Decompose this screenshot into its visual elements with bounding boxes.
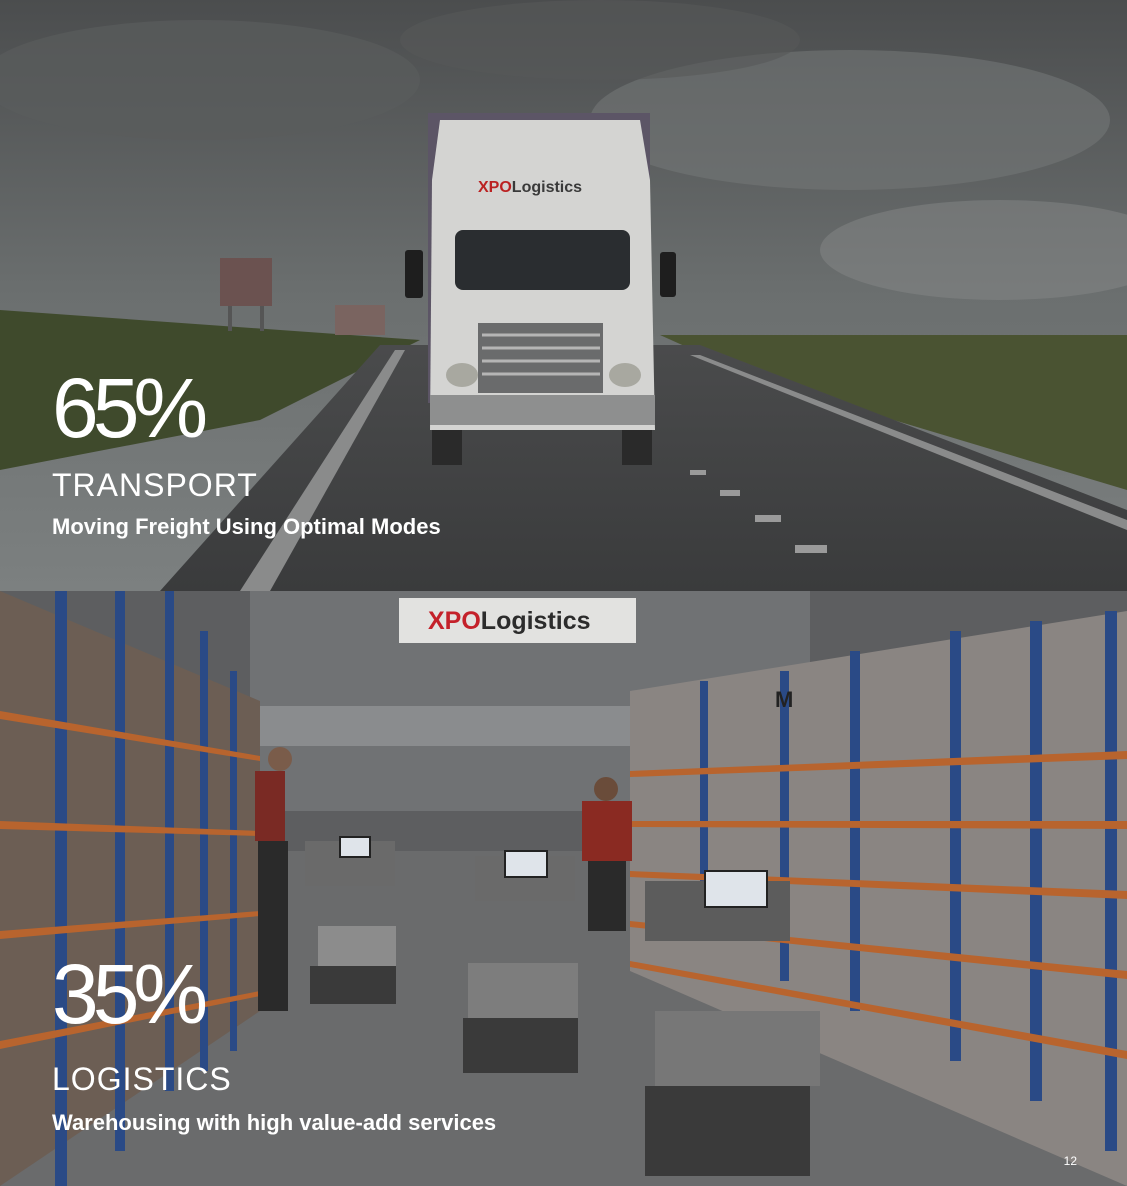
- transport-label: TRANSPORT: [52, 467, 258, 503]
- warehouse-sign-letter: M: [775, 687, 794, 712]
- logistics-percentage: 35%: [52, 947, 208, 1041]
- truck-logo-red: XPO: [478, 179, 512, 196]
- logistics-subtitle: Warehousing with high value-add services: [52, 1110, 497, 1135]
- transport-percentage: 65%: [52, 361, 208, 455]
- truck-logo: XPOLogistics: [478, 179, 582, 197]
- transport-subtitle: Moving Freight Using Optimal Modes: [52, 514, 441, 539]
- banner-logo-dark: Logistics: [480, 607, 591, 635]
- banner-logo-red: XPO: [428, 607, 481, 635]
- truck-logo-dark: Logistics: [511, 179, 583, 196]
- warehouse-banner-logo: XPOLogistics: [428, 607, 591, 636]
- logistics-label: LOGISTICS: [52, 1061, 232, 1097]
- page-number: 12: [1063, 1154, 1077, 1168]
